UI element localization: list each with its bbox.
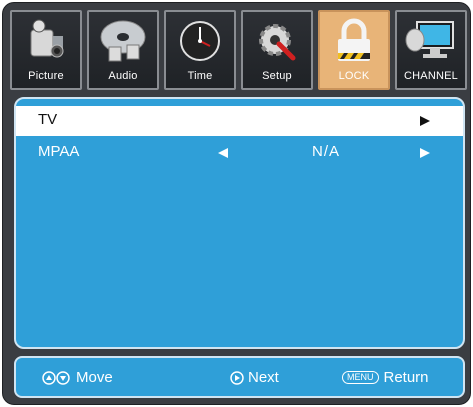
tab-label: Setup (262, 70, 292, 82)
tab-time[interactable]: Time (164, 10, 236, 90)
camcorder-icon (30, 19, 64, 58)
tab-label: CHANNEL (404, 70, 458, 82)
row-value: N/A (312, 143, 341, 160)
arrow-left-icon[interactable] (218, 148, 228, 158)
hint-return: MENU Return (342, 369, 429, 386)
help-bar: Move Next MENU Return (14, 356, 465, 398)
hint-move-label: Move (76, 369, 113, 386)
disc-icon (100, 20, 146, 62)
tab-label: Time (187, 70, 213, 82)
arrow-right-icon[interactable] (420, 116, 430, 126)
hint-next-label: Next (248, 369, 279, 386)
menu-row-mpaa[interactable]: MPAA N/A (16, 138, 463, 168)
lock-settings-panel: TV MPAA N/A (14, 97, 465, 349)
tab-setup[interactable]: Setup (241, 10, 313, 90)
padlock-icon (338, 18, 370, 61)
menu-key-icon: MENU (342, 371, 379, 384)
arrow-right-icon[interactable] (420, 148, 430, 158)
tab-channel[interactable]: CHANNEL (395, 10, 467, 90)
tab-audio[interactable]: Audio (87, 10, 159, 90)
menu-row-tv[interactable]: TV (16, 106, 463, 136)
up-down-keys-icon (42, 370, 70, 385)
gear-wrench-icon (259, 24, 296, 61)
tab-lock[interactable]: LOCK (318, 10, 390, 90)
hint-next: Next (230, 369, 279, 386)
row-label: TV (38, 111, 58, 128)
satellite-monitor-icon (405, 21, 454, 58)
hint-move: Move (42, 369, 113, 386)
tab-bar: Picture Audio Time Setup LOCK CHANNEL (10, 10, 467, 90)
hint-return-label: Return (383, 369, 429, 386)
right-key-icon (230, 370, 244, 385)
tab-label: LOCK (338, 70, 370, 82)
tab-picture[interactable]: Picture (10, 10, 82, 90)
clock-icon (180, 21, 220, 61)
row-label: MPAA (38, 143, 80, 160)
tab-label: Audio (108, 70, 138, 82)
tab-label: Picture (28, 70, 64, 82)
